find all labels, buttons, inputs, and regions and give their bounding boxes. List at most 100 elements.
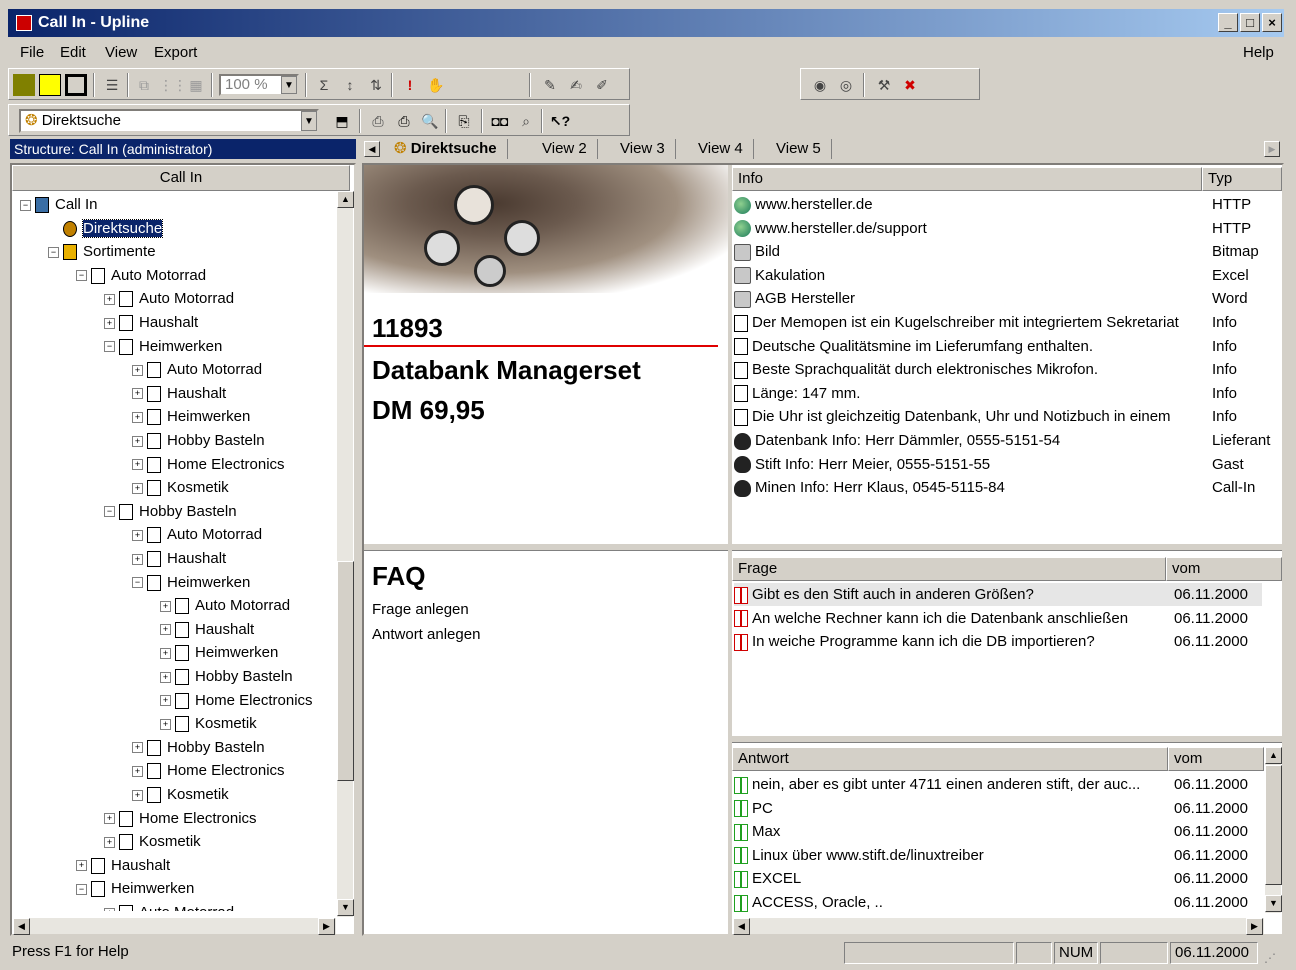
- tree-item[interactable]: + Haushalt: [104, 311, 198, 334]
- table-row[interactable]: In weiche Programme kann ich die DB impo…: [734, 630, 1262, 653]
- copy-icon[interactable]: ⎘: [453, 110, 475, 132]
- sort-desc-icon[interactable]: ⇅: [365, 74, 387, 96]
- list-view-icon[interactable]: ☰: [101, 74, 123, 96]
- expand-icon[interactable]: +: [132, 411, 143, 423]
- tree-item[interactable]: + Auto Motorrad: [104, 287, 234, 310]
- tree-item[interactable]: + Home Electronics: [104, 807, 257, 830]
- tab-scroll-left-icon[interactable]: ◀: [364, 141, 380, 157]
- expand-icon[interactable]: +: [160, 647, 171, 659]
- exclamation-icon[interactable]: !: [399, 74, 421, 96]
- expand-icon[interactable]: +: [76, 860, 87, 872]
- tree-item[interactable]: + Auto Motorrad: [132, 358, 262, 381]
- scroll-down-icon[interactable]: ▼: [1265, 895, 1282, 912]
- tab-direktsuche[interactable]: ❂ Direktsuche: [384, 139, 508, 159]
- edit-icon[interactable]: ✐: [591, 74, 613, 96]
- hammer-icon[interactable]: ⚒: [873, 74, 895, 96]
- tab-scroll-right-icon[interactable]: ▶: [1264, 141, 1280, 157]
- tree-item[interactable]: + Kosmetik: [160, 712, 257, 735]
- expand-icon[interactable]: +: [104, 907, 115, 911]
- collapse-icon[interactable]: −: [76, 883, 87, 895]
- expand-icon[interactable]: +: [104, 293, 115, 305]
- info-row[interactable]: Datenbank Info: Herr Dämmler, 0555-5151-…: [734, 429, 1282, 452]
- tree-item[interactable]: − Sortimente: [48, 240, 156, 263]
- scroll-thumb[interactable]: [1265, 765, 1282, 885]
- tree-item[interactable]: + Home Electronics: [160, 689, 313, 712]
- tree-item[interactable]: + Haushalt: [160, 618, 254, 641]
- expand-icon[interactable]: +: [160, 624, 171, 636]
- notes-icon[interactable]: ✍: [565, 74, 587, 96]
- scroll-up-icon[interactable]: ▲: [337, 191, 354, 208]
- question-column-header[interactable]: Frage: [732, 557, 1166, 581]
- tab-view-5[interactable]: View 5: [766, 139, 832, 159]
- menu-view[interactable]: View: [105, 40, 137, 66]
- collapse-icon[interactable]: −: [76, 270, 87, 282]
- question-date-header[interactable]: vom: [1166, 557, 1282, 581]
- layout-1-icon[interactable]: [13, 74, 35, 96]
- answer-date-header[interactable]: vom: [1168, 747, 1264, 771]
- scroll-right-icon[interactable]: ▶: [318, 918, 335, 935]
- scroll-up-icon[interactable]: ▲: [1265, 747, 1282, 764]
- tree-item[interactable]: + Hobby Basteln: [132, 736, 265, 759]
- palette-edit-icon[interactable]: ◎: [835, 74, 857, 96]
- expand-icon[interactable]: +: [132, 529, 143, 541]
- zoom-combo[interactable]: 100 % ▼: [219, 74, 299, 96]
- expand-icon[interactable]: +: [132, 482, 143, 494]
- scroll-thumb[interactable]: [337, 561, 354, 781]
- tree-item[interactable]: − Heimwerken: [104, 335, 222, 358]
- copy-layout-icon[interactable]: ⧉: [133, 74, 155, 96]
- tree-item[interactable]: − Call In: [20, 193, 98, 216]
- maximize-button[interactable]: □: [1240, 13, 1260, 32]
- expand-icon[interactable]: +: [132, 742, 143, 754]
- expand-icon[interactable]: +: [160, 600, 171, 612]
- find-next-icon[interactable]: ⌕: [515, 110, 537, 132]
- info-column-header[interactable]: Info: [732, 167, 1202, 191]
- tree-item[interactable]: + Hobby Basteln: [160, 665, 293, 688]
- menu-help[interactable]: Help: [1243, 40, 1274, 66]
- tree-item[interactable]: − Hobby Basteln: [104, 500, 237, 523]
- collapse-icon[interactable]: −: [104, 506, 115, 518]
- expand-icon[interactable]: +: [160, 695, 171, 707]
- print-icon[interactable]: ⎙: [367, 110, 389, 132]
- expand-icon[interactable]: +: [104, 813, 115, 825]
- tree-item[interactable]: − Auto Motorrad: [76, 264, 206, 287]
- expand-icon[interactable]: +: [132, 459, 143, 471]
- expand-icon[interactable]: +: [132, 364, 143, 376]
- expand-icon[interactable]: +: [104, 836, 115, 848]
- scroll-left-icon[interactable]: ◀: [13, 918, 30, 935]
- tree-item[interactable]: + Auto Motorrad: [132, 523, 262, 546]
- collapse-icon[interactable]: −: [132, 577, 143, 589]
- delete-tool-icon[interactable]: ✖: [899, 74, 921, 96]
- info-row[interactable]: Der Memopen ist ein Kugelschreiber mit i…: [734, 311, 1282, 334]
- tree-item[interactable]: + Kosmetik: [132, 476, 229, 499]
- info-row[interactable]: www.hersteller.de/support HTTP: [734, 217, 1282, 240]
- task-icon[interactable]: ✎: [539, 74, 561, 96]
- tree-item[interactable]: + Haushalt: [132, 382, 226, 405]
- answer-horizontal-scrollbar[interactable]: ◀ ▶: [732, 917, 1264, 935]
- tree-item[interactable]: + Auto Motorrad: [104, 901, 234, 911]
- collapse-icon[interactable]: −: [48, 246, 59, 258]
- tree-item[interactable]: + Auto Motorrad: [160, 594, 290, 617]
- tab-view-2[interactable]: View 2: [532, 139, 598, 159]
- palette-icon[interactable]: ◉: [809, 74, 831, 96]
- new-question-link[interactable]: Frage anlegen: [372, 601, 469, 618]
- tree-item[interactable]: + Kosmetik: [132, 783, 229, 806]
- info-row[interactable]: Stift Info: Herr Meier, 0555-5151-55 Gast: [734, 453, 1282, 476]
- tree-item[interactable]: + Haushalt: [132, 547, 226, 570]
- expand-icon[interactable]: +: [132, 388, 143, 400]
- close-button[interactable]: ×: [1262, 13, 1282, 32]
- print-preview-icon[interactable]: 🔍: [419, 110, 441, 132]
- sort-asc-icon[interactable]: ↕: [339, 74, 361, 96]
- table-row[interactable]: nein, aber es gibt unter 4711 einen ande…: [734, 773, 1262, 796]
- view-selector[interactable]: ❂ Direktsuche ▼: [19, 109, 319, 133]
- horizontal-splitter[interactable]: [364, 543, 1282, 551]
- tree-item[interactable]: − Heimwerken: [132, 571, 250, 594]
- tree-item[interactable]: + Home Electronics: [132, 453, 285, 476]
- new-answer-link[interactable]: Antwort anlegen: [372, 626, 480, 643]
- tree-item[interactable]: + Home Electronics: [132, 759, 285, 782]
- expand-icon[interactable]: +: [132, 789, 143, 801]
- expand-icon[interactable]: +: [132, 765, 143, 777]
- sum-icon[interactable]: Σ: [313, 74, 335, 96]
- tree-item[interactable]: − Heimwerken: [76, 877, 194, 900]
- tree-item[interactable]: + Hobby Basteln: [132, 429, 265, 452]
- expand-icon[interactable]: +: [132, 435, 143, 447]
